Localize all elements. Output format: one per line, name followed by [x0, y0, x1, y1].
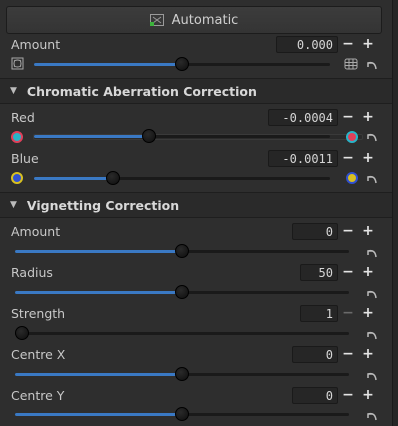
vignetting-amount-spin[interactable]: 0 — [292, 223, 338, 240]
vignetting-centre-x-label: Centre X — [11, 347, 66, 362]
vignetting-section-header[interactable]: ▼ Vignetting Correction — [0, 192, 392, 218]
vignetting-radius-handle[interactable] — [175, 285, 189, 299]
panel-scrollbar[interactable] — [392, 0, 398, 426]
ca-red-minus-button[interactable]: − — [340, 109, 356, 126]
ca-blue-left-swatch-icon — [11, 172, 23, 184]
vignetting-centre-y-handle[interactable] — [175, 407, 189, 421]
vignetting-amount-plus-button[interactable]: + — [360, 223, 376, 240]
vignetting-centre-y-spin[interactable]: 0 — [292, 387, 338, 404]
ca-red-label: Red — [11, 110, 35, 125]
ca-blue-fill — [34, 177, 114, 180]
vignetting-centre-x-spin[interactable]: 0 — [292, 346, 338, 363]
ca-red-left-swatch-icon — [11, 131, 23, 143]
collapse-triangle-icon: ▼ — [10, 200, 17, 210]
vignetting-amount-label: Amount — [11, 224, 61, 239]
ca-red-slider[interactable] — [34, 135, 330, 138]
vignetting-centre-x-plus-button[interactable]: + — [360, 346, 376, 363]
vignetting-strength-handle[interactable] — [15, 326, 29, 340]
vignetting-section-title: Vignetting Correction — [26, 197, 180, 213]
ca-blue-spin[interactable]: -0.0011 — [268, 150, 338, 167]
reset-icon[interactable] — [366, 173, 378, 185]
vignetting-centre-y-label: Centre Y — [11, 388, 65, 403]
ca-blue-handle[interactable] — [106, 171, 120, 185]
vignetting-strength-slider[interactable] — [15, 332, 349, 335]
distortion-amount-fill — [34, 63, 182, 66]
ca-red-plus-button[interactable]: + — [360, 109, 376, 126]
vignetting-strength-spin[interactable]: 1 — [300, 305, 338, 322]
ca-blue-plus-button[interactable]: + — [360, 150, 376, 167]
distortion-grid-icon — [344, 58, 358, 70]
ca-red-right-swatch-icon — [346, 131, 358, 143]
distortion-barrel-icon — [11, 57, 24, 70]
vignetting-strength-plus-button[interactable]: + — [360, 305, 376, 322]
distortion-amount-label: Amount — [11, 37, 61, 52]
reset-icon[interactable] — [366, 370, 378, 382]
vignetting-centre-x-minus-button[interactable]: − — [340, 346, 356, 363]
vignetting-strength-minus-button[interactable]: − — [340, 305, 356, 322]
vignetting-amount-minus-button[interactable]: − — [340, 223, 356, 240]
distortion-amount-spin[interactable]: 0.000 — [276, 36, 338, 53]
automatic-label: Automatic — [171, 12, 239, 28]
collapse-triangle-icon: ▼ — [10, 86, 17, 96]
distortion-amount-minus-button[interactable]: − — [340, 36, 356, 53]
ca-section-title: Chromatic Aberration Correction — [26, 83, 257, 99]
vignetting-radius-minus-button[interactable]: − — [340, 264, 356, 281]
reset-icon[interactable] — [366, 247, 378, 259]
vignetting-amount-fill — [15, 250, 182, 253]
lens-auto-icon — [149, 14, 164, 26]
reset-icon[interactable] — [366, 59, 378, 71]
reset-icon[interactable] — [366, 329, 378, 341]
distortion-amount-plus-button[interactable]: + — [360, 36, 376, 53]
vignetting-radius-label: Radius — [11, 265, 53, 280]
vignetting-radius-fill — [15, 291, 182, 294]
reset-icon[interactable] — [366, 288, 378, 300]
vignetting-radius-spin[interactable]: 50 — [300, 264, 338, 281]
vignetting-amount-handle[interactable] — [175, 244, 189, 258]
ca-blue-minus-button[interactable]: − — [340, 150, 356, 167]
distortion-amount-handle[interactable] — [175, 57, 189, 71]
ca-red-spin[interactable]: -0.0004 — [268, 109, 338, 126]
ca-blue-label: Blue — [11, 151, 39, 166]
vignetting-centre-y-plus-button[interactable]: + — [360, 387, 376, 404]
automatic-button[interactable]: Automatic — [6, 6, 382, 34]
ca-blue-slider[interactable] — [34, 177, 330, 180]
reset-icon[interactable] — [366, 131, 378, 143]
vignetting-centre-y-minus-button[interactable]: − — [340, 387, 356, 404]
ca-red-fill — [34, 135, 150, 138]
ca-section-header[interactable]: ▼ Chromatic Aberration Correction — [0, 78, 392, 104]
ca-red-handle[interactable] — [142, 129, 156, 143]
vignetting-centre-x-fill — [15, 373, 182, 376]
reset-icon[interactable] — [366, 410, 378, 422]
vignetting-centre-y-fill — [15, 413, 182, 416]
vignetting-centre-x-handle[interactable] — [175, 367, 189, 381]
ca-blue-right-swatch-icon — [346, 172, 358, 184]
vignetting-strength-label: Strength — [11, 306, 66, 321]
vignetting-radius-plus-button[interactable]: + — [360, 264, 376, 281]
